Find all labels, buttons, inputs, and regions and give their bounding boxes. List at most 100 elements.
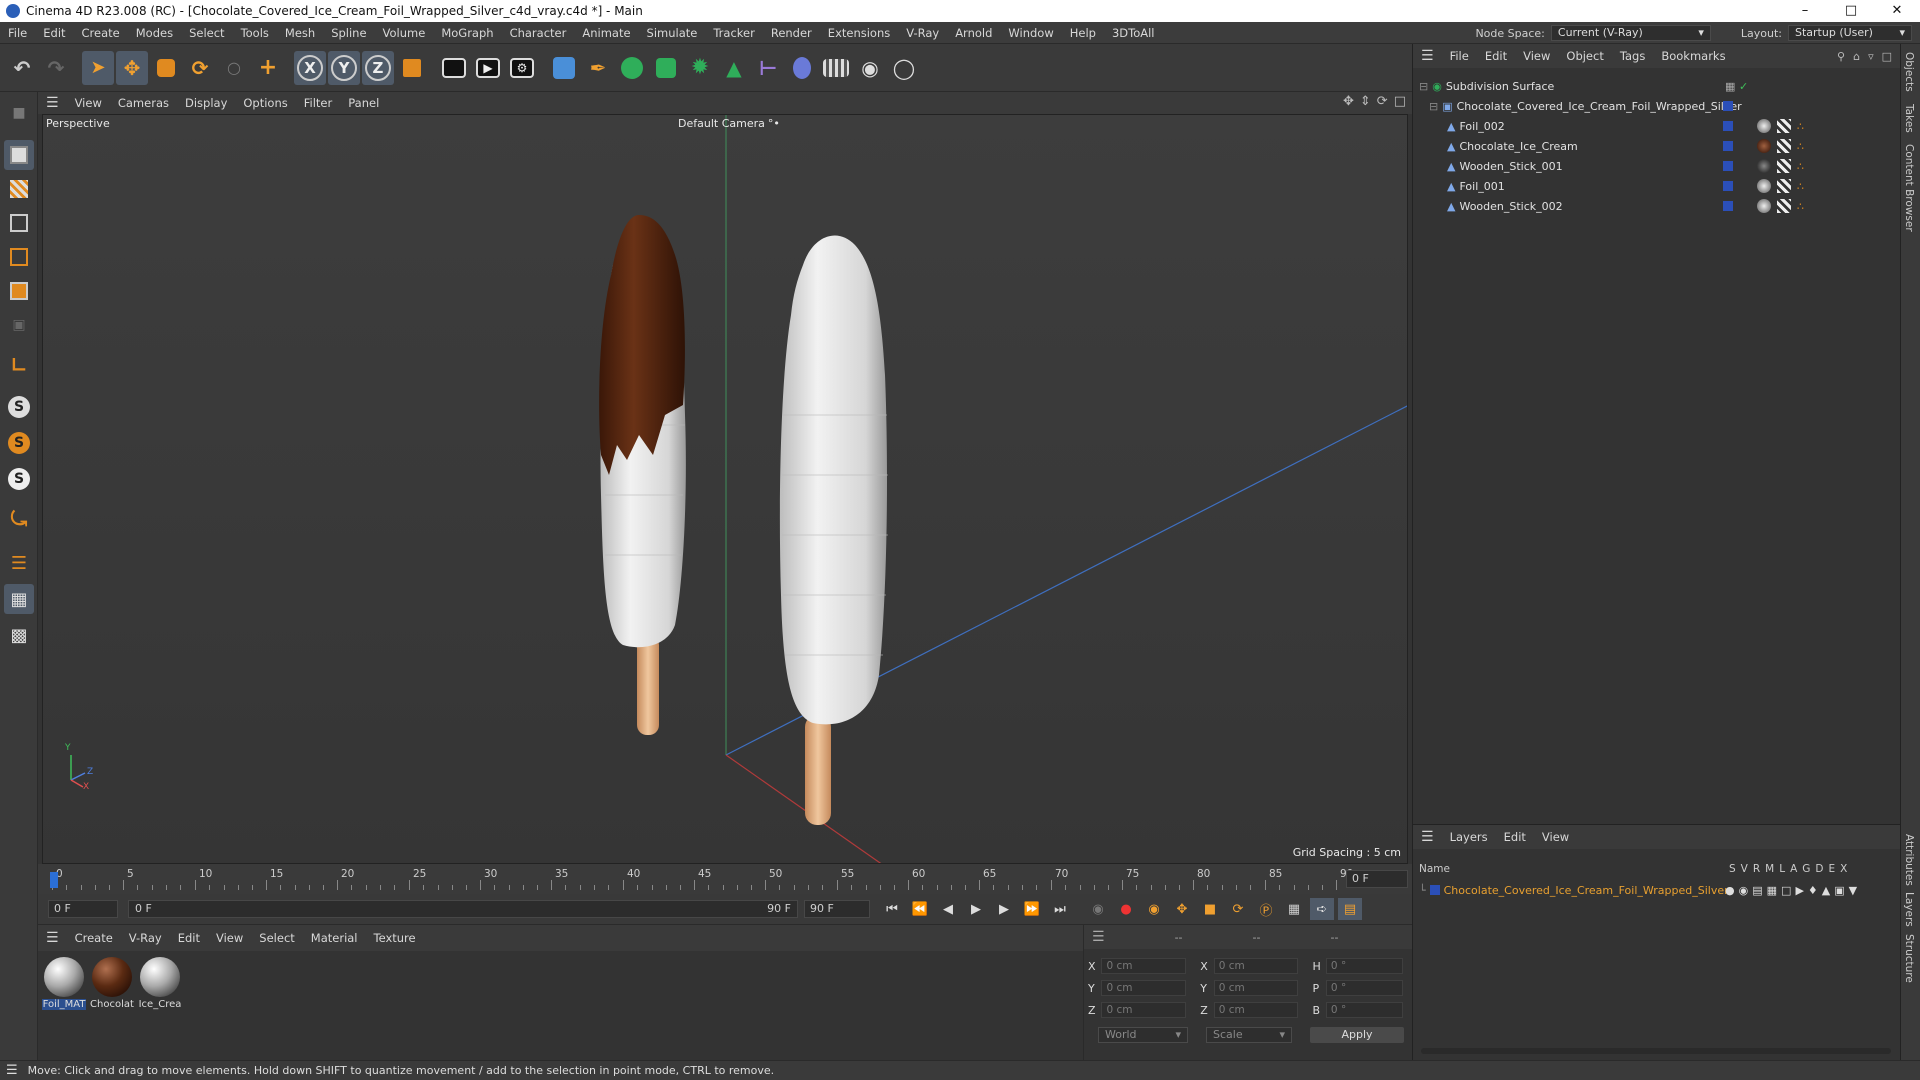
dolly-view-icon[interactable]: ⇕	[1360, 94, 1371, 109]
object-row[interactable]: ⊟ ◉ Subdivision Surface ▦ ✓	[1413, 76, 1901, 96]
render-icon[interactable]: ▤	[1752, 884, 1762, 897]
timeline-layout-icon[interactable]: ▤	[1338, 898, 1362, 920]
xref-icon[interactable]: ▼	[1849, 884, 1857, 897]
layer-color-icon[interactable]	[1723, 161, 1733, 171]
tab-takes[interactable]: Takes	[1903, 104, 1915, 133]
workplane-snap-button[interactable]: S	[4, 464, 34, 494]
pan-view-icon[interactable]: ✥	[1343, 94, 1354, 109]
layer-color-icon[interactable]	[1429, 885, 1440, 895]
menu-select[interactable]: Select	[181, 26, 232, 40]
new-window-icon[interactable]: □	[1882, 50, 1892, 63]
size-z-field[interactable]: 0 cm	[1213, 1002, 1299, 1018]
scale-tool-button[interactable]	[150, 51, 182, 85]
layers-menu-view[interactable]: View	[1534, 830, 1577, 844]
model-mode-button[interactable]	[4, 140, 34, 170]
filter-icon[interactable]: ▿	[1868, 50, 1874, 63]
position-z-field[interactable]: 0 cm	[1101, 1002, 1187, 1018]
manager-icon[interactable]: ▦	[1767, 884, 1777, 897]
rotation-p-field[interactable]: 0 °	[1325, 980, 1404, 996]
menu-mograph[interactable]: MoGraph	[433, 26, 501, 40]
expand-icon[interactable]: ⊟	[1429, 100, 1438, 113]
tab-layers[interactable]: Layers	[1903, 892, 1915, 927]
hamburger-icon[interactable]: ☰	[6, 1063, 18, 1078]
texture-tag-icon[interactable]	[1777, 159, 1791, 173]
make-editable-button[interactable]: ■	[4, 98, 34, 128]
current-frame-field[interactable]: 0 F	[1346, 870, 1408, 888]
subdivision-button[interactable]	[616, 51, 648, 85]
material-tag-icon[interactable]	[1757, 159, 1771, 173]
camera-button[interactable]: ◉	[854, 51, 886, 85]
hamburger-icon[interactable]: ☰	[38, 930, 67, 946]
menu-volume[interactable]: Volume	[375, 26, 434, 40]
next-key-icon[interactable]: ⏩	[1020, 898, 1044, 920]
apply-button[interactable]: Apply	[1310, 1027, 1404, 1043]
menu-character[interactable]: Character	[502, 26, 575, 40]
transform-button[interactable]: +	[252, 51, 284, 85]
lock-icon[interactable]: □	[1781, 884, 1791, 897]
close-icon[interactable]: ✕	[1874, 0, 1920, 22]
menu-window[interactable]: Window	[1000, 26, 1061, 40]
hamburger-icon[interactable]: ☰	[1413, 829, 1442, 845]
field-button[interactable]: ⊢	[752, 51, 784, 85]
node-space-dropdown[interactable]: Current (V-Ray) ▾	[1550, 25, 1711, 41]
maximize-view-icon[interactable]: □	[1394, 94, 1406, 109]
rotate-tool-button[interactable]: ⟳	[184, 51, 216, 85]
mat-menu-texture[interactable]: Texture	[366, 931, 424, 945]
tab-content-browser[interactable]: Content Browser	[1903, 144, 1915, 232]
mograph-button[interactable]: ✹	[684, 51, 716, 85]
eye-icon[interactable]: ◉	[1739, 884, 1749, 897]
menu-3dtoall[interactable]: 3DToAll	[1104, 26, 1163, 40]
rotation-h-field[interactable]: 0 °	[1325, 958, 1404, 974]
prev-key-icon[interactable]: ⏪	[908, 898, 932, 920]
home-icon[interactable]: ⌂	[1853, 50, 1860, 63]
spline-pen-button[interactable]: ✒	[582, 51, 614, 85]
lock-workplane-button[interactable]: ⤿	[4, 504, 34, 534]
solo-icon[interactable]: ●	[1725, 884, 1735, 897]
size-mode-dropdown[interactable]: Scale ▾	[1206, 1027, 1292, 1043]
material-foil[interactable]: Foil_MAT	[42, 957, 86, 1010]
viewport-menu-filter[interactable]: Filter	[296, 96, 340, 110]
menu-tools[interactable]: Tools	[233, 26, 277, 40]
autokey-icon[interactable]: ◉	[1086, 898, 1110, 920]
timeline-ruler[interactable]: 051015202530354045505560657075808590 0 F	[38, 864, 1412, 894]
material-tag-icon[interactable]	[1757, 179, 1771, 193]
axis-x-button[interactable]: X	[294, 50, 326, 85]
obj-menu-tags[interactable]: Tags	[1612, 49, 1653, 63]
wooden-stick-001[interactable]	[637, 635, 659, 735]
next-frame-icon[interactable]: ▶	[992, 898, 1016, 920]
hamburger-icon[interactable]: ☰	[1413, 48, 1442, 64]
foil-001[interactable]	[779, 235, 887, 725]
viewport-3d[interactable]: Perspective Default Camera °• Grid Spaci…	[42, 114, 1408, 864]
layer-color-icon[interactable]	[1723, 101, 1733, 111]
generator-icon[interactable]: ♦	[1808, 884, 1818, 897]
key-scale-icon[interactable]: ■	[1198, 898, 1222, 920]
deformer-icon[interactable]: ▲	[1822, 884, 1830, 897]
expand-icon[interactable]: ⊟	[1419, 80, 1428, 93]
size-y-field[interactable]: 0 cm	[1213, 980, 1299, 996]
start-frame-field[interactable]: 0 F	[48, 900, 118, 918]
light-button[interactable]: ◯	[888, 51, 920, 85]
mat-menu-view[interactable]: View	[208, 931, 251, 945]
orbit-view-icon[interactable]: ⟳	[1377, 94, 1388, 109]
end-frame-field[interactable]: 90 F	[804, 900, 870, 918]
cube-button[interactable]	[548, 51, 580, 85]
select-tool-button[interactable]: ➤	[82, 50, 114, 85]
layout-dropdown[interactable]: Startup (User) ▾	[1788, 25, 1912, 41]
layer-color-icon[interactable]	[1723, 141, 1733, 151]
mat-menu-create[interactable]: Create	[67, 931, 121, 945]
layers-menu-edit[interactable]: Edit	[1496, 830, 1534, 844]
tab-attributes[interactable]: Attributes	[1903, 834, 1915, 886]
axis-mode-button[interactable]: ∟	[4, 350, 34, 380]
undo-button[interactable]: ↶	[6, 51, 38, 85]
layer-color-icon[interactable]	[1723, 181, 1733, 191]
menu-help[interactable]: Help	[1062, 26, 1104, 40]
material-tag-icon[interactable]	[1757, 199, 1771, 213]
object-row[interactable]: ▲ Foil_002 ∴	[1413, 116, 1901, 136]
menu-edit[interactable]: Edit	[35, 26, 73, 40]
deformer-button[interactable]: ▲	[718, 51, 750, 85]
play-icon[interactable]: ▶	[964, 898, 988, 920]
live-select-button[interactable]: ○	[218, 51, 250, 85]
menu-arnold[interactable]: Arnold	[947, 26, 1000, 40]
planar-workplane-button[interactable]: ▩	[4, 620, 34, 650]
workplane-button[interactable]: ☰	[4, 548, 34, 578]
